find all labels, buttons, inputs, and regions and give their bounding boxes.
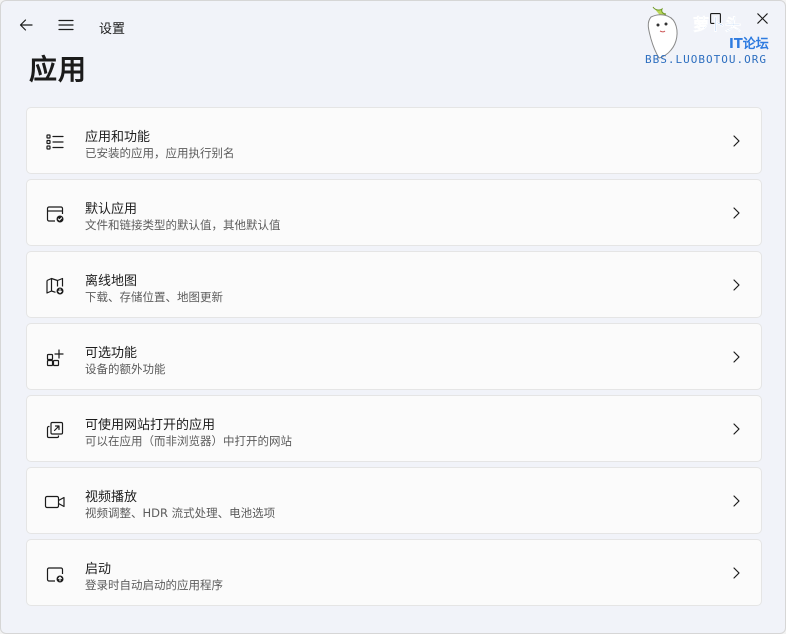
video-camera-icon [44, 491, 66, 513]
startup-icon [44, 563, 66, 585]
watermark-line3: BBS.LUOBOTOU.ORG [645, 53, 767, 66]
offline-maps-item[interactable]: 离线地图 下载、存储位置、地图更新 [26, 251, 762, 318]
close-icon [756, 12, 768, 24]
settings-window: 设置 应用 应用和功能 已安装的应用，应用执行别名 默认应用 文件和链接类型的默… [0, 0, 786, 634]
item-subtitle: 视频调整、HDR 流式处理、电池选项 [85, 506, 276, 520]
title-bar: 设置 [1, 1, 785, 51]
app-title: 设置 [99, 22, 126, 37]
startup-item[interactable]: 启动 登录时自动启动的应用程序 [26, 539, 762, 606]
item-subtitle: 下载、存储位置、地图更新 [85, 290, 223, 304]
default-apps-item[interactable]: 默认应用 文件和链接类型的默认值，其他默认值 [26, 179, 762, 246]
navigation-menu-button[interactable] [52, 11, 80, 39]
item-title: 离线地图 [85, 274, 138, 289]
item-title: 应用和功能 [85, 130, 151, 145]
optional-features-item[interactable]: 可选功能 设备的额外功能 [26, 323, 762, 390]
maximize-icon [709, 12, 721, 24]
item-subtitle: 设备的额外功能 [85, 362, 166, 376]
item-subtitle: 已安装的应用，应用执行别名 [85, 146, 235, 160]
item-title: 视频播放 [85, 490, 138, 505]
offline-map-icon [44, 275, 66, 297]
item-title: 启动 [85, 562, 112, 577]
item-subtitle: 登录时自动启动的应用程序 [85, 578, 223, 592]
apps-and-features-item[interactable]: 应用和功能 已安装的应用，应用执行别名 [26, 107, 762, 174]
hamburger-menu-icon [58, 19, 74, 31]
chevron-right-icon [729, 134, 743, 148]
back-button[interactable] [12, 11, 40, 39]
chevron-right-icon [729, 422, 743, 436]
apps-for-websites-icon [44, 419, 66, 441]
close-button[interactable] [747, 5, 777, 31]
item-title: 默认应用 [85, 202, 138, 217]
apps-list-icon [44, 131, 66, 153]
settings-list: 应用和功能 已安装的应用，应用执行别名 默认应用 文件和链接类型的默认值，其他默… [26, 107, 762, 611]
item-title: 可选功能 [85, 346, 138, 361]
video-playback-item[interactable]: 视频播放 视频调整、HDR 流式处理、电池选项 [26, 467, 762, 534]
optional-features-icon [44, 347, 66, 369]
chevron-right-icon [729, 494, 743, 508]
chevron-right-icon [729, 350, 743, 364]
maximize-button[interactable] [700, 5, 730, 31]
default-apps-icon [44, 203, 66, 225]
chevron-right-icon [729, 566, 743, 580]
apps-for-websites-item[interactable]: 可使用网站打开的应用 可以在应用（而非浏览器）中打开的网站 [26, 395, 762, 462]
item-subtitle: 文件和链接类型的默认值，其他默认值 [85, 218, 281, 232]
page-title: 应用 [29, 53, 88, 86]
chevron-right-icon [729, 278, 743, 292]
chevron-right-icon [729, 206, 743, 220]
back-arrow-icon [19, 19, 33, 31]
item-subtitle: 可以在应用（而非浏览器）中打开的网站 [85, 434, 292, 448]
item-title: 可使用网站打开的应用 [85, 418, 216, 433]
